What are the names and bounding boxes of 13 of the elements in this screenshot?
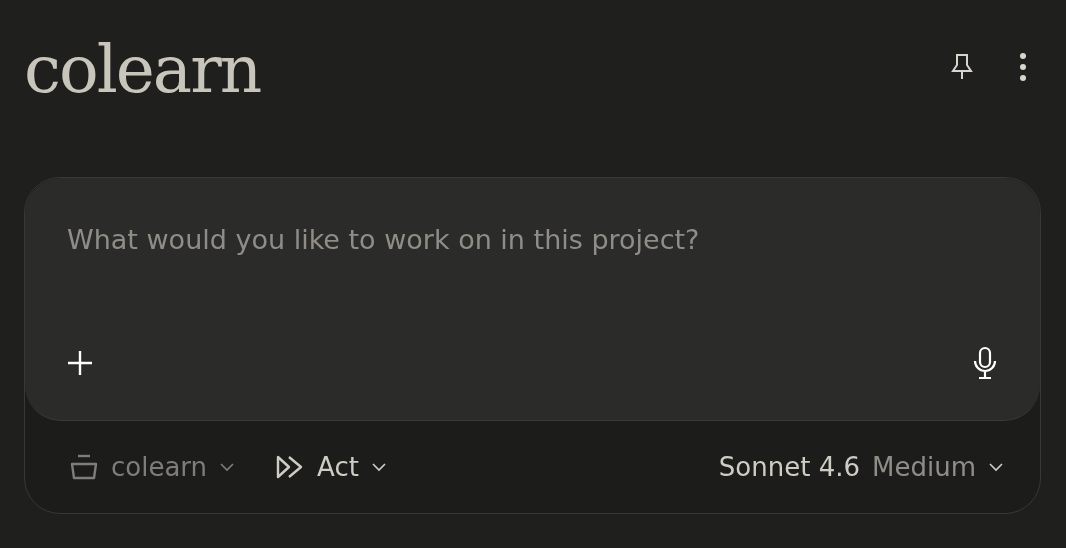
model-dropdown[interactable]: Sonnet 4.6 Medium (718, 452, 1004, 482)
more-menu-icon[interactable] (1019, 52, 1027, 82)
chevron-down-icon (370, 462, 387, 472)
add-icon[interactable] (67, 350, 93, 376)
chevron-down-icon (219, 462, 236, 472)
mode-dropdown[interactable]: Act (275, 452, 387, 482)
app-title: colearn (24, 30, 261, 110)
pin-icon[interactable] (949, 52, 975, 82)
microphone-icon[interactable] (972, 346, 998, 380)
project-dropdown[interactable]: colearn (69, 452, 236, 482)
prompt-input[interactable]: What would you like to work on in this project? (67, 224, 998, 255)
chevron-down-icon (988, 462, 1004, 472)
folder-icon (69, 453, 99, 481)
